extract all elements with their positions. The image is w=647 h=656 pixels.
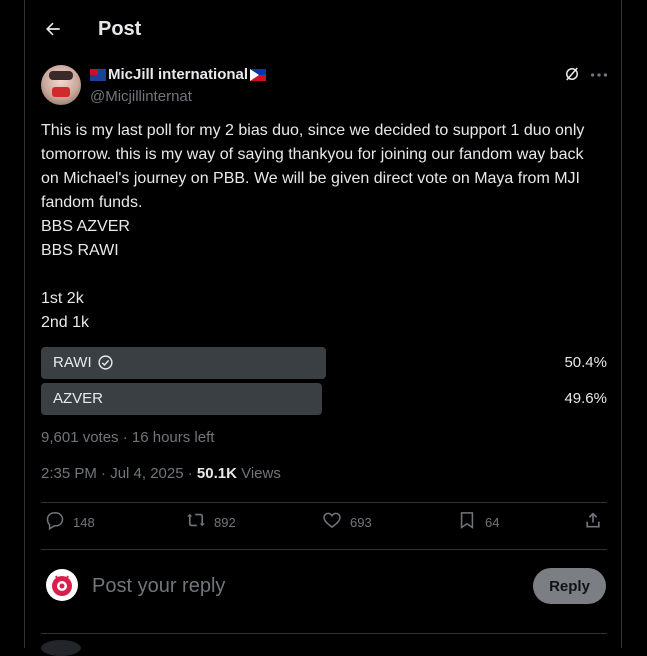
repost-button[interactable]: 892 [186, 510, 236, 530]
reply-input[interactable]: Post your reply [92, 575, 225, 598]
poll-option-label: AZVER [53, 390, 104, 407]
repost-icon [187, 513, 205, 527]
action-bar: 148 892 693 64 [41, 510, 607, 542]
poll-option-2[interactable]: AZVER 49.6% [41, 383, 607, 415]
poll-summary: 9,601 votes · 16 hours left [41, 429, 215, 446]
more-icon[interactable] [588, 66, 610, 84]
share-button[interactable] [583, 510, 603, 530]
back-arrow-icon [46, 22, 60, 36]
next-reply-avatar[interactable] [41, 640, 81, 656]
post-timestamp: 2:35 PM · Jul 4, 2025 · 50.1K Views [41, 465, 281, 482]
check-circle-icon [98, 355, 113, 370]
reply-button[interactable]: 148 [45, 510, 95, 530]
author-name-row[interactable]: MicJill international [90, 66, 267, 83]
australia-flag-icon [90, 68, 106, 81]
like-icon [323, 512, 341, 529]
philippines-flag-icon [250, 68, 267, 81]
bookmark-count: 64 [485, 514, 500, 530]
reply-icon [46, 512, 64, 530]
avatar[interactable] [41, 65, 81, 105]
post-time[interactable]: 2:35 PM · Jul 4, 2025 · [41, 465, 197, 482]
views-count: 50.1K [196, 465, 237, 482]
divider [41, 633, 607, 634]
divider [41, 502, 607, 503]
reply-submit-button[interactable]: Reply [533, 568, 606, 604]
page-header: Post [41, 12, 141, 46]
like-count: 693 [350, 514, 372, 530]
poll-option-1[interactable]: RAWI 50.4% [41, 347, 607, 379]
repost-count: 892 [214, 514, 236, 530]
my-avatar[interactable] [46, 569, 78, 601]
grok-icon[interactable] [563, 65, 581, 83]
author-handle[interactable]: @Micjillinternat [90, 88, 192, 105]
reply-count: 148 [73, 514, 95, 530]
bookmark-icon [460, 512, 474, 529]
like-button[interactable]: 693 [322, 510, 372, 530]
page-title: Post [98, 17, 142, 40]
poll-option-label: RAWI [53, 354, 92, 371]
author-display-name[interactable]: MicJill international [108, 66, 248, 83]
share-icon [586, 512, 600, 528]
post-text: This is my last poll for my 2 bias duo, … [41, 122, 585, 331]
poll-option-percent: 50.4% [564, 354, 607, 371]
back-button[interactable] [41, 17, 65, 41]
views-label: Views [236, 465, 281, 482]
bookmark-button[interactable]: 64 [457, 510, 499, 530]
profile-logo-icon [52, 575, 72, 596]
poll-option-percent: 49.6% [564, 390, 607, 407]
post-column: Post MicJill international @Micjillinter… [24, 0, 622, 656]
divider [41, 549, 607, 550]
